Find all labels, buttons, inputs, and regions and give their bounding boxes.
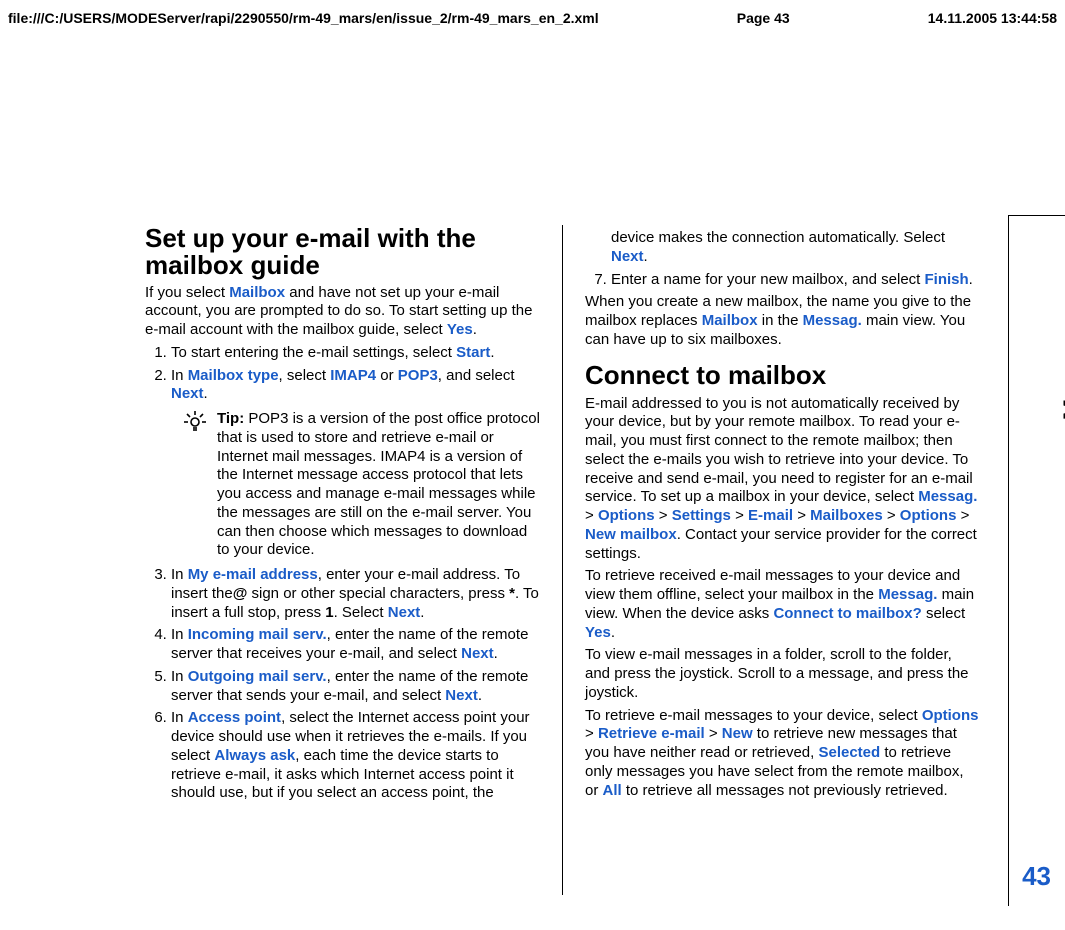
column-separator — [562, 225, 563, 895]
connect-p1: E-mail addressed to you is not automatic… — [585, 395, 980, 564]
tip-icon — [183, 410, 207, 560]
right-column: device makes the connection automaticall… — [585, 225, 980, 895]
step-1: To start entering the e-mail settings, s… — [171, 344, 540, 363]
header-page: Page 43 — [737, 10, 790, 26]
intro-text: If you select Mailbox and have not set u… — [145, 284, 540, 340]
steps-list: To start entering the e-mail settings, s… — [145, 344, 540, 803]
content: Set up your e-mail with the mailbox guid… — [145, 225, 985, 895]
step-6-cont: device makes the connection automaticall… — [611, 229, 980, 267]
after-text: When you create a new mailbox, the name … — [585, 293, 980, 349]
page-number: 43 — [1022, 861, 1051, 892]
side-tab: Messages 43 — [1008, 215, 1065, 906]
side-label: Messages — [1057, 296, 1065, 420]
left-column: Set up your e-mail with the mailbox guid… — [145, 225, 540, 895]
tip-text: Tip: POP3 is a version of the post offic… — [217, 410, 540, 560]
step-7: Enter a name for your new mailbox, and s… — [611, 271, 980, 290]
header: file:///C:/USERS/MODEServer/rapi/2290550… — [8, 10, 1057, 26]
step-2: In Mailbox type, select IMAP4 or POP3, a… — [171, 367, 540, 561]
step-3: In My e-mail address, enter your e-mail … — [171, 566, 540, 622]
heading-setup: Set up your e-mail with the mailbox guid… — [145, 225, 540, 280]
connect-p3: To view e-mail messages in a folder, scr… — [585, 646, 980, 702]
header-date: 14.11.2005 13:44:58 — [928, 10, 1057, 26]
steps-list-cont: Enter a name for your new mailbox, and s… — [585, 271, 980, 290]
tip-box: Tip: POP3 is a version of the post offic… — [183, 410, 540, 560]
connect-p2: To retrieve received e-mail messages to … — [585, 567, 980, 642]
page: file:///C:/USERS/MODEServer/rapi/2290550… — [0, 0, 1065, 930]
connect-p4: To retrieve e-mail messages to your devi… — [585, 707, 980, 801]
heading-connect: Connect to mailbox — [585, 360, 980, 391]
step-4: In Incoming mail serv., enter the name o… — [171, 626, 540, 664]
header-path: file:///C:/USERS/MODEServer/rapi/2290550… — [8, 10, 599, 26]
step-6: In Access point, select the Internet acc… — [171, 709, 540, 803]
step-5: In Outgoing mail serv., enter the name o… — [171, 668, 540, 706]
